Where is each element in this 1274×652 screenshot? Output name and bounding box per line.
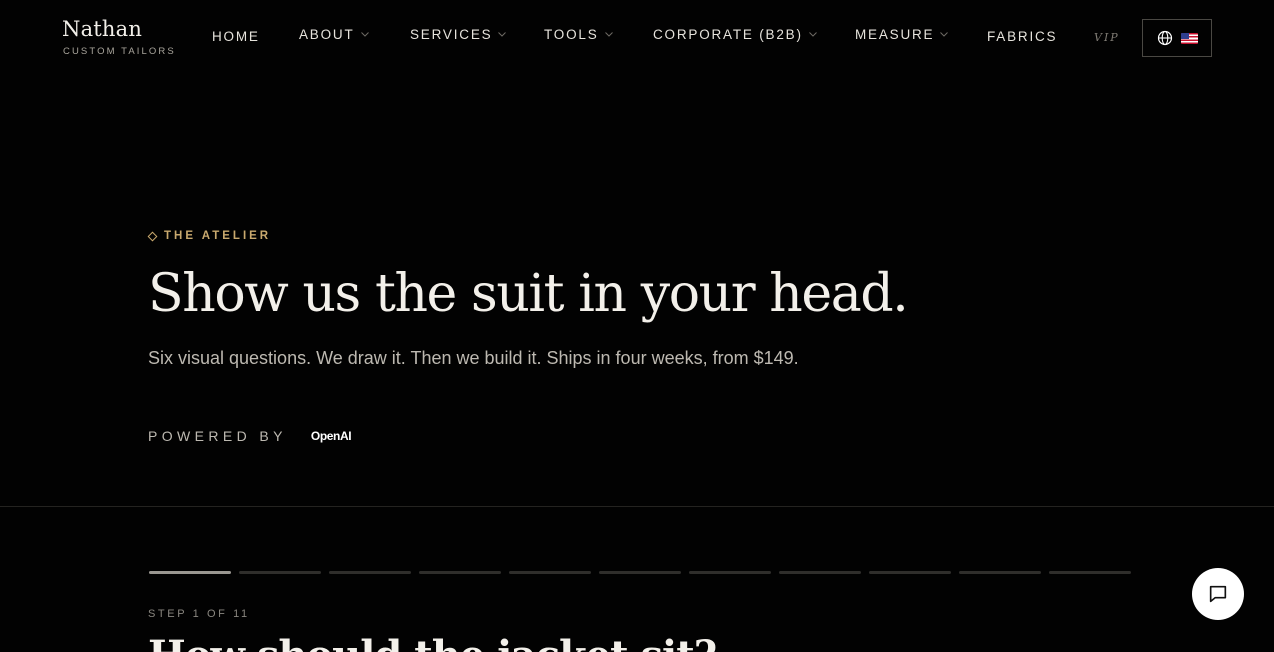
nav-fabrics[interactable]: FABRICS	[987, 29, 1057, 44]
progress-segment	[329, 571, 411, 574]
us-flag-icon	[1180, 32, 1198, 44]
chevron-down-icon	[604, 29, 614, 39]
brand-subtitle: CUSTOM TAILORS	[63, 46, 176, 57]
step-label: STEP 1 OF 11	[148, 608, 250, 620]
brand-logo[interactable]: Nathan CUSTOM TAILORS	[62, 16, 176, 57]
nav-corporate[interactable]: CORPORATE (B2B)	[653, 27, 818, 42]
nav-fabrics-label: FABRICS	[987, 29, 1058, 44]
nav-about-label: ABOUT	[299, 27, 355, 42]
chevron-down-icon	[497, 29, 507, 39]
nav-tools-label: TOOLS	[544, 27, 599, 42]
step-question: How should the jacket sit?	[148, 628, 717, 652]
site-header: Nathan CUSTOM TAILORS HOME ABOUT SERVICE…	[0, 0, 1274, 76]
chevron-down-icon	[808, 29, 818, 39]
hero-title: Show us the suit in your head.	[148, 264, 909, 324]
progress-segment	[149, 571, 231, 574]
hero-eyebrow: THE ATELIER	[147, 230, 272, 242]
progress-segment	[599, 571, 681, 574]
progress-segment	[959, 571, 1041, 574]
openai-logo: OpenAI	[310, 429, 352, 443]
nav-vip[interactable]: VIP	[1094, 31, 1120, 44]
progress-segment	[869, 571, 951, 574]
chat-bubble-icon	[1207, 583, 1229, 605]
globe-icon	[1157, 30, 1173, 46]
hero-subtitle: Six visual questions. We draw it. Then w…	[148, 348, 799, 368]
powered-by-label: POWERED BY	[148, 428, 287, 444]
progress-segment	[779, 571, 861, 574]
nav-measure[interactable]: MEASURE	[855, 27, 949, 42]
chevron-down-icon	[360, 29, 370, 39]
progress-segment	[1049, 571, 1131, 574]
step-progress-bar	[149, 571, 1131, 574]
nav-services-label: SERVICES	[410, 27, 493, 42]
diamond-icon	[147, 231, 158, 241]
progress-segment	[689, 571, 771, 574]
nav-home[interactable]: HOME	[212, 29, 260, 44]
hero-eyebrow-label: THE ATELIER	[164, 230, 272, 242]
chat-button[interactable]	[1192, 568, 1244, 620]
language-selector-button[interactable]	[1142, 19, 1212, 57]
nav-home-label: HOME	[212, 29, 260, 44]
chevron-down-icon	[939, 29, 949, 39]
nav-about[interactable]: ABOUT	[299, 27, 370, 42]
nav-tools[interactable]: TOOLS	[544, 27, 614, 42]
progress-segment	[239, 571, 321, 574]
section-divider	[0, 506, 1274, 507]
nav-measure-label: MEASURE	[855, 27, 935, 42]
brand-name: Nathan	[62, 17, 143, 41]
powered-by: POWERED BY OpenAI	[148, 428, 352, 444]
progress-segment	[509, 571, 591, 574]
progress-segment	[419, 571, 501, 574]
nav-services[interactable]: SERVICES	[410, 27, 507, 42]
nav-corporate-label: CORPORATE (B2B)	[653, 27, 803, 42]
